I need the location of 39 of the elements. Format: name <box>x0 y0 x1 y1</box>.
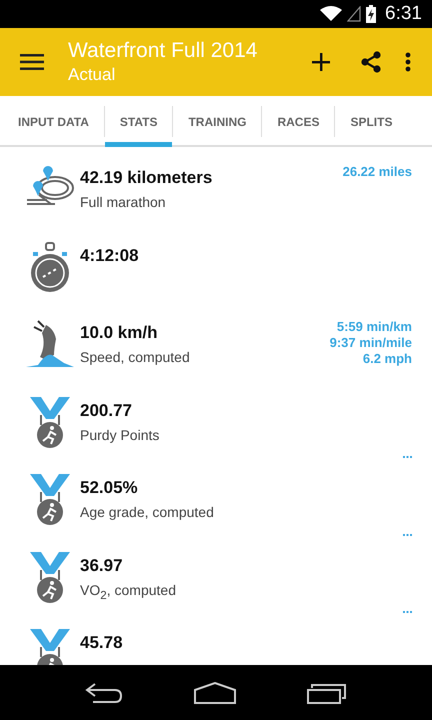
menu-icon[interactable] <box>20 54 44 70</box>
stat-value: 42.19 kilometers <box>80 168 214 188</box>
stat-label: Purdy Points <box>80 426 160 442</box>
medal-icon <box>29 396 71 448</box>
share-icon[interactable] <box>360 51 382 73</box>
tab[interactable]: TRAINING <box>173 96 262 147</box>
tab[interactable]: SPLITS <box>335 96 408 147</box>
wifi-icon <box>320 6 342 22</box>
stat-value: 36.97 <box>80 556 124 576</box>
status-time: 6:31 <box>385 3 422 25</box>
more-vert-icon[interactable] <box>405 52 411 72</box>
tab[interactable]: INPUT DATA <box>0 96 104 147</box>
recent-apps-icon[interactable] <box>306 682 347 704</box>
converted-value: 5:59 min/km <box>336 319 412 335</box>
stat-value: 45.78 <box>80 633 124 653</box>
home-icon[interactable] <box>194 682 236 704</box>
plus-icon[interactable] <box>312 53 330 71</box>
stat-value: 4:12:08 <box>80 246 140 266</box>
converted-value: 6.2 mph <box>362 351 412 367</box>
race-subtitle: Actual <box>68 65 116 85</box>
medal-icon <box>29 474 71 526</box>
race-title: Waterfront Full 2014 <box>68 39 258 63</box>
converted-value: 9:37 min/mile <box>330 335 412 351</box>
stat-value: 200.77 <box>80 400 133 420</box>
back-icon[interactable] <box>85 682 124 704</box>
stat-label: Full marathon <box>80 194 167 210</box>
stat-value: 52.05% <box>80 478 139 498</box>
stat-label: VO$_{2}$, computed <box>80 582 177 602</box>
stat-value: 10.0 km/h <box>80 323 158 343</box>
stopwatch-icon <box>28 242 72 294</box>
track-icon <box>25 164 75 208</box>
medal-icon <box>29 552 71 604</box>
signal-icon <box>347 6 362 22</box>
tab[interactable]: RACES <box>262 96 334 147</box>
tab[interactable]: STATS <box>104 96 172 147</box>
converted-value: 26.22 miles <box>342 164 412 180</box>
battery-icon <box>366 5 376 23</box>
stat-label: Age grade, computed <box>80 504 215 520</box>
stat-label: Speed, computed <box>80 349 191 365</box>
